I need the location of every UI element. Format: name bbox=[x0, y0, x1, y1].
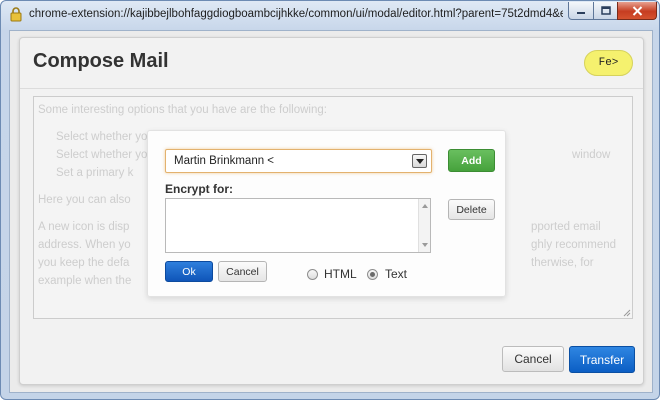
title-bar: chrome-extension://kajibbejlbohfaggdiogb… bbox=[1, 1, 659, 29]
radio-selected-dot bbox=[370, 272, 375, 277]
delete-recipient-button[interactable]: Delete bbox=[448, 199, 495, 220]
page-title: Compose Mail bbox=[33, 50, 169, 72]
encrypt-for-list[interactable] bbox=[165, 198, 431, 253]
recipient-value: Martin Brinkmann < bbox=[174, 155, 275, 167]
lock-icon bbox=[10, 7, 22, 22]
minimize-icon bbox=[577, 11, 585, 14]
transfer-button[interactable]: Transfer bbox=[569, 346, 635, 373]
browser-window: chrome-extension://kajibbejlbohfaggdiogb… bbox=[0, 0, 660, 400]
scroll-up-icon[interactable] bbox=[421, 202, 429, 210]
recipient-select[interactable]: Martin Brinkmann < bbox=[165, 149, 432, 173]
resize-grip-icon[interactable] bbox=[623, 309, 631, 317]
close-icon bbox=[632, 5, 642, 16]
format-text-radio[interactable] bbox=[367, 269, 378, 280]
cancel-button[interactable]: Cancel bbox=[502, 346, 564, 372]
chevron-down-icon[interactable] bbox=[412, 154, 427, 168]
compose-dialog: Compose Mail Fe> Some interesting option… bbox=[19, 37, 644, 385]
window-title: chrome-extension://kajibbejlbohfaggdiogb… bbox=[29, 8, 563, 20]
ok-button[interactable]: Ok bbox=[165, 261, 213, 282]
key-badge[interactable]: Fe> bbox=[584, 50, 633, 76]
popup-cancel-button[interactable]: Cancel bbox=[218, 261, 267, 282]
format-html-label: HTML bbox=[324, 267, 357, 281]
add-recipient-button[interactable]: Add bbox=[448, 149, 495, 172]
format-html-radio[interactable] bbox=[307, 269, 318, 280]
scrollbar[interactable] bbox=[418, 199, 430, 252]
editor-paragraph: Some interesting options that you have a… bbox=[38, 104, 327, 116]
format-text-label: Text bbox=[385, 267, 408, 281]
recipient-popup: Martin Brinkmann < Add Encrypt for: Dele… bbox=[147, 130, 506, 297]
maximize-button[interactable] bbox=[593, 2, 618, 20]
scroll-down-icon[interactable] bbox=[421, 241, 429, 249]
window-content: Compose Mail Fe> Some interesting option… bbox=[9, 30, 653, 393]
maximize-icon bbox=[600, 6, 611, 15]
close-window-button[interactable] bbox=[617, 2, 657, 20]
minimize-button[interactable] bbox=[568, 2, 594, 20]
encrypt-for-label: Encrypt for: bbox=[165, 182, 234, 196]
header-divider bbox=[20, 88, 643, 89]
